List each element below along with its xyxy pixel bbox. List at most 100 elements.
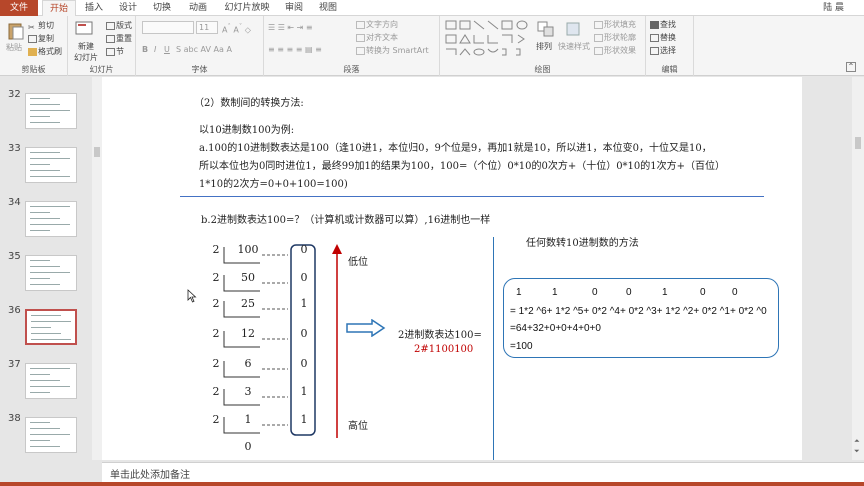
bit-digit[interactable]: 0	[700, 287, 706, 298]
method-title[interactable]: 任何数转10进制数的方法	[526, 234, 639, 249]
slide-scroll-thumb[interactable]	[855, 137, 861, 149]
tab-view[interactable]: 视图	[314, 0, 342, 16]
shapes-gallery[interactable]	[444, 19, 532, 59]
tab-animations[interactable]: 动画	[184, 0, 212, 16]
formula-line3[interactable]: =100	[510, 341, 533, 352]
replace-button[interactable]: 替换	[650, 32, 676, 43]
remainder[interactable]: 0	[292, 357, 316, 370]
paste-icon[interactable]	[6, 22, 26, 40]
tab-slideshow[interactable]: 幻灯片放映	[222, 0, 272, 16]
cut-button[interactable]: ✂ 剪切	[28, 20, 54, 32]
para-b[interactable]: b.2进制数表达100=？（计算机或计数器可以算）,16进制也一样	[201, 211, 490, 226]
slide-thumbnail[interactable]	[25, 363, 77, 399]
slide-scrollbar[interactable]: ⏶ ⏷	[852, 77, 864, 460]
next-slide-button[interactable]: ⏷	[854, 447, 860, 456]
reset-button[interactable]: 重置	[106, 33, 132, 44]
remainder[interactable]: 0	[292, 243, 316, 256]
quotient[interactable]: 50	[228, 271, 268, 284]
divisor[interactable]: 2	[210, 327, 222, 340]
quick-styles-button[interactable]: 快速样式	[558, 41, 590, 52]
shape-outline-button[interactable]: 形状轮廓	[594, 32, 636, 43]
new-slide-button[interactable]: 新建 幻灯片	[74, 41, 98, 63]
slide-thumbnail[interactable]	[25, 147, 77, 183]
font-size-box[interactable]: 11	[196, 21, 218, 34]
slide-thumbnail[interactable]	[25, 309, 77, 345]
paste-button[interactable]: 粘贴	[6, 42, 22, 53]
bit-digit[interactable]: 1	[662, 287, 668, 298]
strike-shadow-buttons[interactable]: S abc AV Aa A	[176, 44, 232, 55]
tab-design[interactable]: 设计	[114, 0, 142, 16]
remainder[interactable]: 0	[292, 327, 316, 340]
divisor[interactable]: 2	[210, 243, 222, 256]
remainder[interactable]: 1	[292, 385, 316, 398]
para-a-line2[interactable]: 所以本位也为0同时进位1，最终99加1的结果为100，100=（个位）0*10的…	[199, 157, 725, 172]
thumbnail-scroll-thumb[interactable]	[94, 147, 100, 157]
bit-digit[interactable]: 0	[626, 287, 632, 298]
select-button[interactable]: 选择	[650, 45, 676, 56]
divisor[interactable]: 2	[210, 297, 222, 310]
text-direction-button[interactable]: 文字方向	[356, 19, 398, 30]
tab-review[interactable]: 审阅	[280, 0, 308, 16]
formula-line2[interactable]: =64+32+0+0+4+0+0	[510, 323, 601, 334]
find-button[interactable]: 查找	[650, 19, 676, 30]
tab-file[interactable]: 文件	[0, 0, 38, 16]
quotient[interactable]: 6	[228, 357, 268, 370]
underline-button[interactable]: U	[164, 44, 170, 55]
quick-styles-icon[interactable]	[564, 20, 584, 38]
remainder[interactable]: 0	[292, 271, 316, 284]
tab-transitions[interactable]: 切换	[148, 0, 176, 16]
bit-digit[interactable]: 0	[592, 287, 598, 298]
low-bit-label[interactable]: 低位	[348, 253, 368, 268]
tab-insert[interactable]: 插入	[80, 0, 108, 16]
remainder[interactable]: 1	[292, 297, 316, 310]
bold-button[interactable]: B	[142, 44, 148, 55]
bit-digit[interactable]: 1	[516, 287, 522, 298]
slide-thumbnail[interactable]	[25, 417, 77, 453]
slide-heading[interactable]: （2）数制间的转换方法:	[194, 94, 304, 109]
user-name[interactable]: 陆 晨	[823, 0, 844, 16]
quotient[interactable]: 1	[228, 413, 268, 426]
quotient[interactable]: 100	[228, 243, 268, 256]
prev-slide-button[interactable]: ⏶	[854, 437, 860, 446]
remainder[interactable]: 1	[292, 413, 316, 426]
copy-button[interactable]: 复制	[28, 33, 54, 44]
slide-thumbnail[interactable]	[25, 201, 77, 237]
divisor[interactable]: 2	[210, 357, 222, 370]
layout-button[interactable]: 版式	[106, 20, 132, 31]
binary-result-label[interactable]: 2进制数表达100=	[398, 326, 482, 341]
quotient[interactable]: 0	[228, 440, 268, 453]
notes-placeholder[interactable]: 单击此处添加备注	[110, 466, 190, 481]
divisor[interactable]: 2	[210, 385, 222, 398]
collapse-ribbon-button[interactable]: ⌃	[846, 62, 856, 72]
align-buttons[interactable]: ≡ ≡ ≡ ≡ ▤ ≡	[268, 44, 322, 55]
binary-result-value[interactable]: 2#1100100	[414, 344, 473, 355]
formula-line1[interactable]: = 1*2 ^6+ 1*2 ^5+ 0*2 ^4+ 0*2 ^3+ 1*2 ^2…	[510, 306, 767, 317]
grow-shrink-buttons[interactable]: Aˆ Aˇ ◇	[222, 22, 251, 36]
divisor[interactable]: 2	[210, 413, 222, 426]
thumbnail-scrollbar[interactable]	[92, 77, 102, 460]
smartart-button[interactable]: 转换为 SmartArt	[356, 45, 429, 56]
section-button[interactable]: 节	[106, 46, 124, 57]
divisor[interactable]: 2	[210, 271, 222, 284]
font-name-box[interactable]	[142, 21, 194, 34]
new-slide-icon[interactable]	[74, 20, 94, 38]
list-buttons[interactable]: ☰ ☰ ⇤ ⇥ ≡	[268, 22, 313, 33]
example-line[interactable]: 以10进制数100为例:	[199, 121, 294, 136]
shape-fill-button[interactable]: 形状填充	[594, 19, 636, 30]
italic-button[interactable]: I	[154, 44, 156, 55]
quotient[interactable]: 3	[228, 385, 268, 398]
bit-digit[interactable]: 0	[732, 287, 738, 298]
quotient[interactable]: 25	[228, 297, 268, 310]
para-a-line3[interactable]: 1*10的2次方=0+0+100=100)	[199, 175, 348, 190]
slide-canvas[interactable]: （2）数制间的转换方法: 以10进制数100为例: a.100的10进制数表达是…	[102, 77, 802, 460]
high-bit-label[interactable]: 高位	[348, 417, 368, 432]
quotient[interactable]: 12	[228, 327, 268, 340]
slide-thumbnail[interactable]	[25, 255, 77, 291]
para-a-line1[interactable]: a.100的10进制数表达是100（逢10进1，本位归0，9个位是9，再加1就是…	[199, 139, 712, 154]
formula-box[interactable]: 1 1 0 0 1 0 0 = 1*2 ^6+ 1*2 ^5+ 0*2 ^4+ 0*2 ^3…	[503, 278, 779, 358]
arrange-icon[interactable]	[536, 20, 556, 38]
format-painter-button[interactable]: 格式刷	[28, 46, 62, 57]
notes-pane[interactable]: 单击此处添加备注	[102, 462, 864, 482]
shape-effects-button[interactable]: 形状效果	[594, 45, 636, 56]
arrange-button[interactable]: 排列	[536, 41, 552, 52]
